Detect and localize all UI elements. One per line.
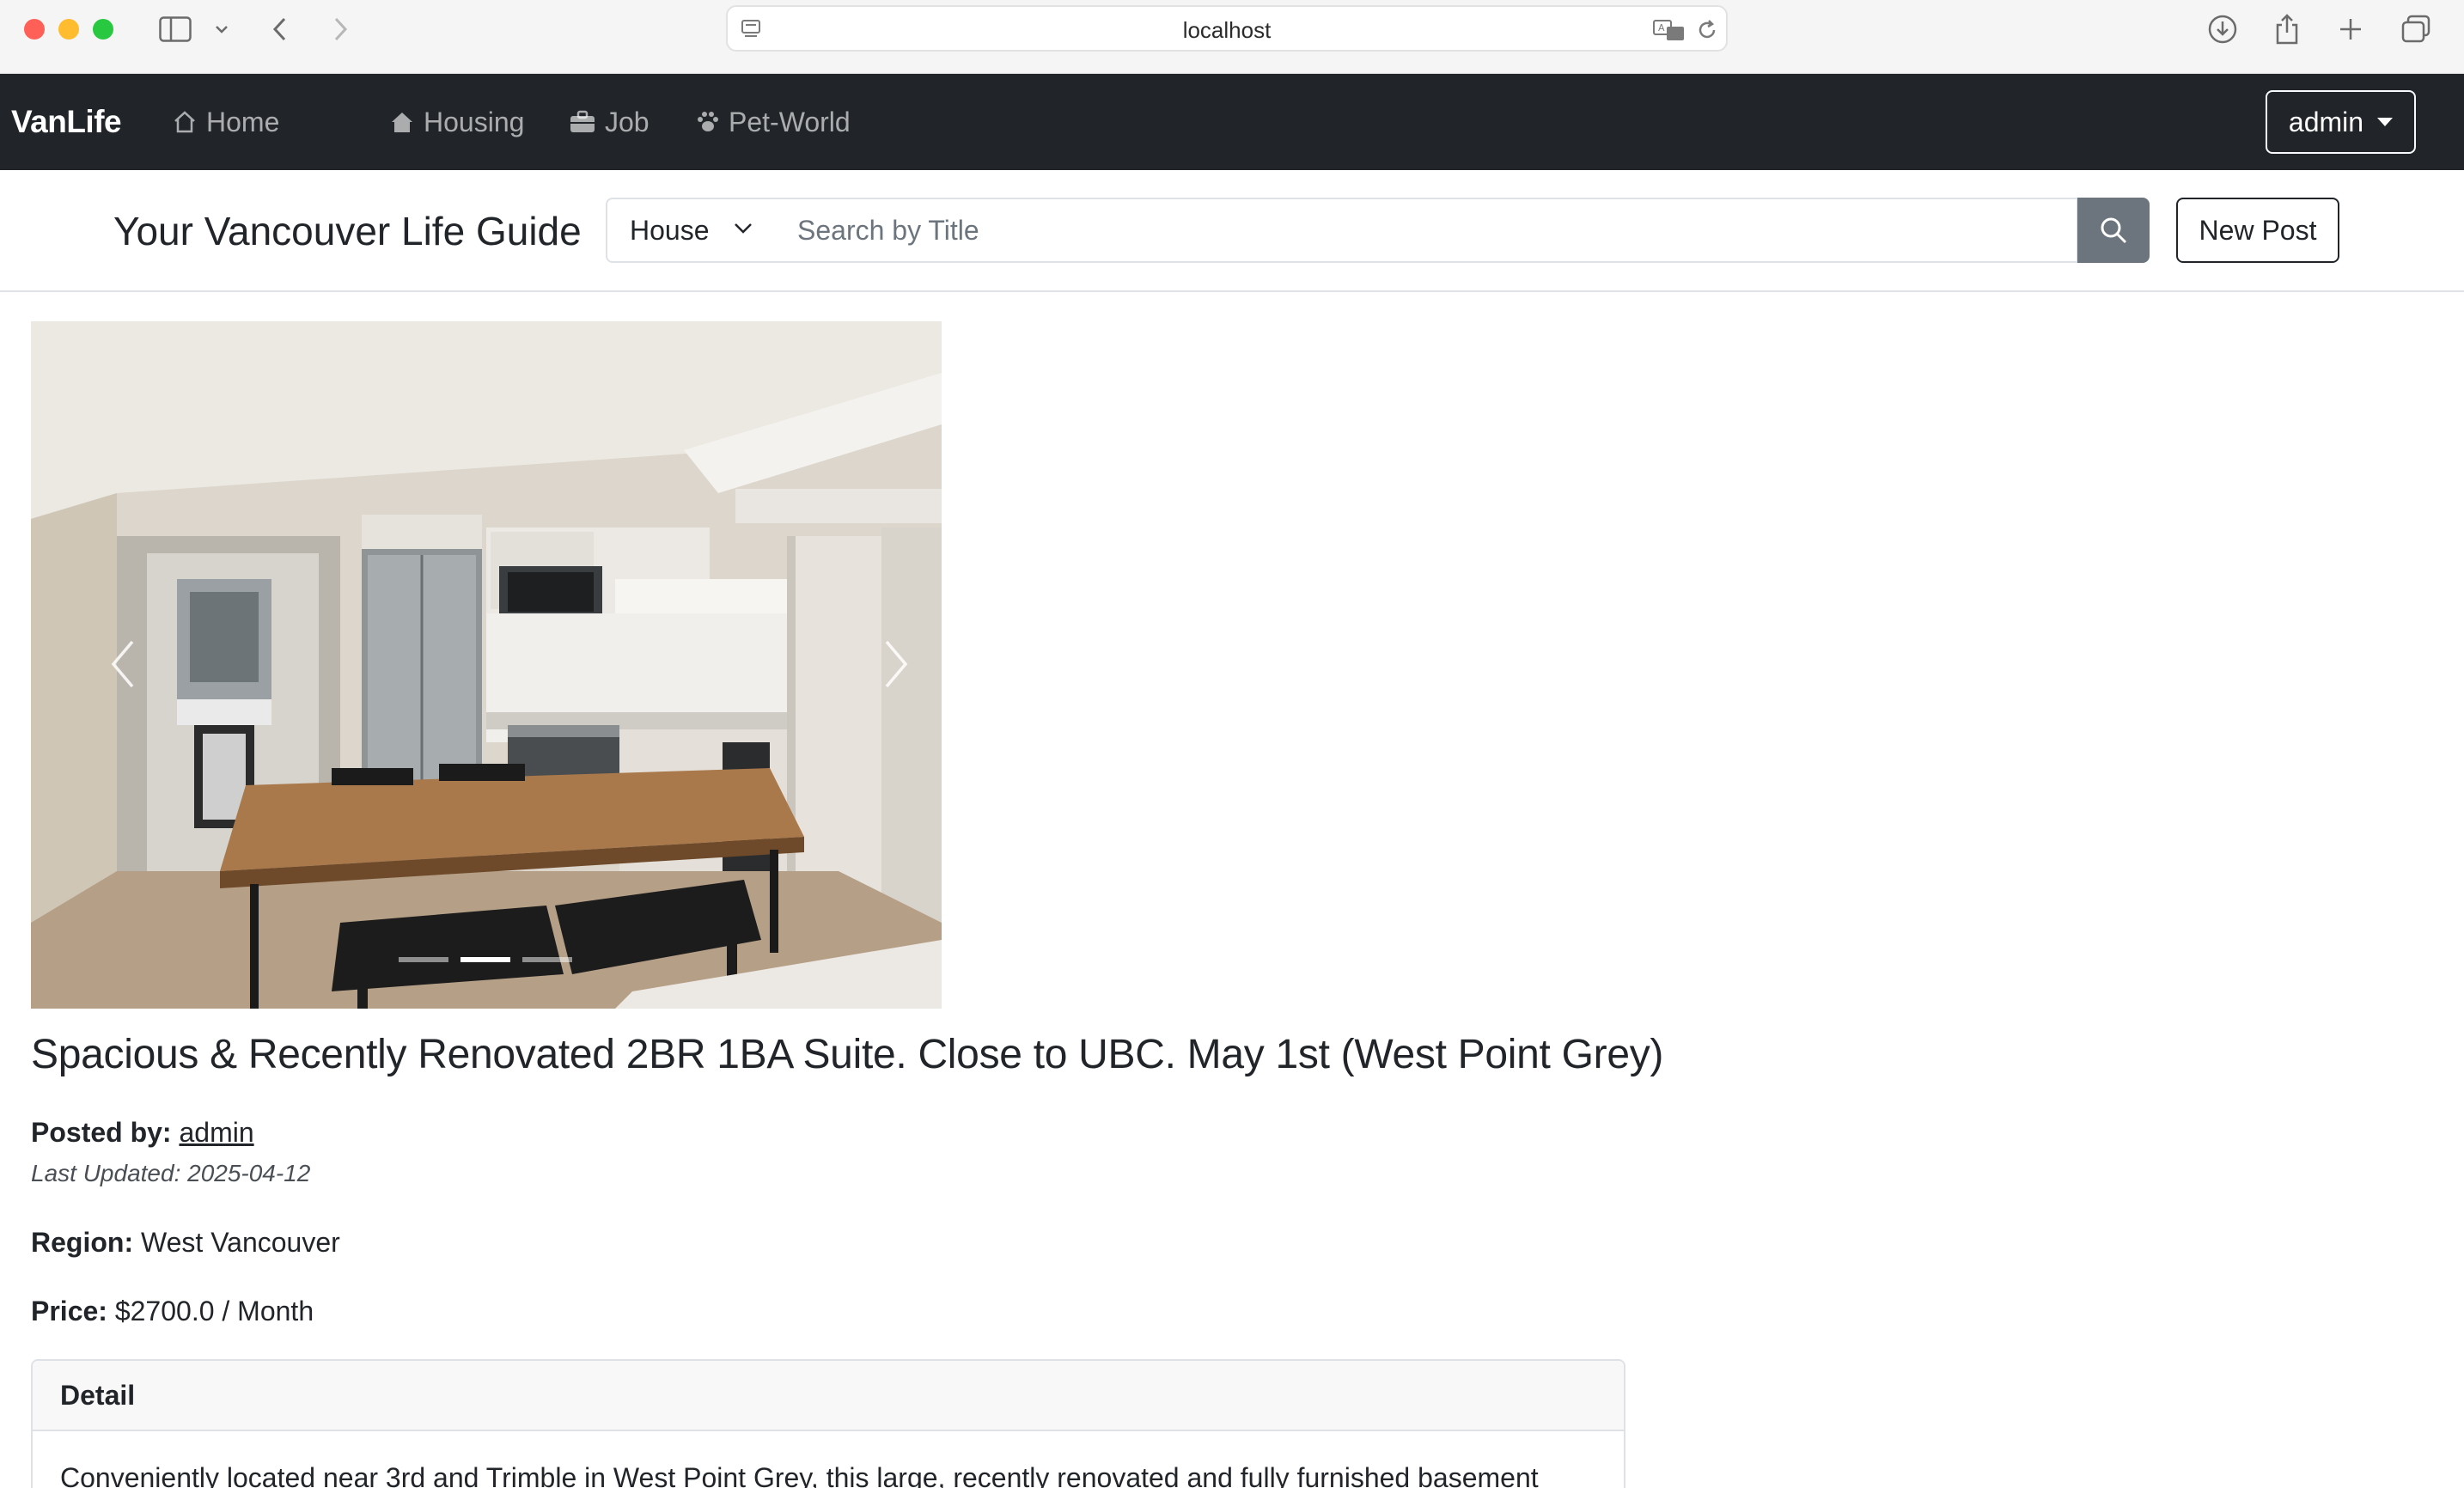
nav-housing-label: Housing [424,106,525,137]
translate-icon[interactable]: A [1652,18,1686,46]
reload-icon[interactable] [1695,18,1719,46]
price-line: Price: $2700.0 / Month [31,1296,314,1327]
search-button[interactable] [2077,198,2150,263]
listing-photo [31,321,942,1009]
forward-icon[interactable] [328,10,354,48]
carousel-next-button[interactable] [883,639,909,693]
downloads-icon[interactable] [2205,10,2240,48]
svg-text:A: A [1658,22,1665,34]
nav-housing[interactable]: Housing [389,74,524,170]
back-icon[interactable] [266,10,292,48]
site-tagline: Your Vancouver Life Guide [113,209,582,253]
search-icon [2101,217,2127,244]
category-select[interactable]: House [606,198,777,263]
price-label: Price: [31,1296,107,1326]
image-carousel [31,321,942,1009]
chevron-down-icon [735,223,752,234]
sidebar-menu-chevron-icon[interactable] [211,10,232,48]
chevron-right-icon [885,640,908,688]
posted-by-label: Posted by: [31,1117,172,1148]
user-menu-label: admin [2288,106,2364,137]
poster-link[interactable]: admin [179,1117,253,1148]
house-fill-icon [392,113,412,132]
home-icon [174,111,195,133]
carousel-indicator-active[interactable] [460,957,510,962]
last-updated: Last Updated: 2025-04-12 [31,1160,311,1186]
new-post-button[interactable]: New Post [2176,198,2339,263]
sidebar-toggle-icon[interactable] [156,10,194,48]
detail-card-header: Detail [33,1361,1624,1431]
close-window-button[interactable] [24,19,45,40]
carousel-prev-button[interactable] [110,639,136,693]
region-line: Region: West Vancouver [31,1227,340,1259]
share-icon[interactable] [2270,10,2304,48]
user-menu-button[interactable]: admin [2266,90,2416,154]
region-value: West Vancouver [140,1227,340,1258]
post-title: Spacious & Recently Renovated 2BR 1BA Su… [31,1032,1664,1077]
main-navbar: VanLife Home Housing Job Pet-World admin [0,74,2464,170]
nav-job-label: Job [605,106,650,137]
nav-home-label: Home [206,106,280,137]
price-value: $2700.0 / Month [114,1296,314,1326]
detail-card: Detail Conveniently located near 3rd and… [31,1359,1625,1488]
briefcase-icon [570,110,595,132]
search-input[interactable] [775,198,2078,263]
nav-pet-world-label: Pet-World [729,106,851,137]
zoom-window-button[interactable] [93,19,113,40]
paw-icon [698,112,718,131]
region-label: Region: [31,1227,134,1258]
chevron-left-icon [111,640,134,688]
posted-by-line: Posted by: admin [31,1117,254,1149]
brand-logo[interactable]: VanLife [11,74,122,170]
browser-toolbar: localhost A [0,0,2464,74]
carousel-indicator[interactable] [522,957,572,962]
search-bar-row: Your Vancouver Life Guide House New Post [0,170,2464,292]
nav-job[interactable]: Job [569,74,650,170]
nav-home[interactable]: Home [172,74,279,170]
caret-down-icon [2377,118,2394,126]
address-bar[interactable]: localhost A [726,5,1728,52]
category-select-value: House [630,215,710,246]
carousel-indicator[interactable] [399,957,448,962]
minimize-window-button[interactable] [58,19,79,40]
address-text: localhost [1182,17,1272,43]
detail-card-body: Conveniently located near 3rd and Trimbl… [60,1462,1539,1488]
nav-pet-world[interactable]: Pet-World [696,74,851,170]
tab-overview-icon[interactable] [2397,10,2435,48]
new-tab-icon[interactable] [2333,10,2368,48]
